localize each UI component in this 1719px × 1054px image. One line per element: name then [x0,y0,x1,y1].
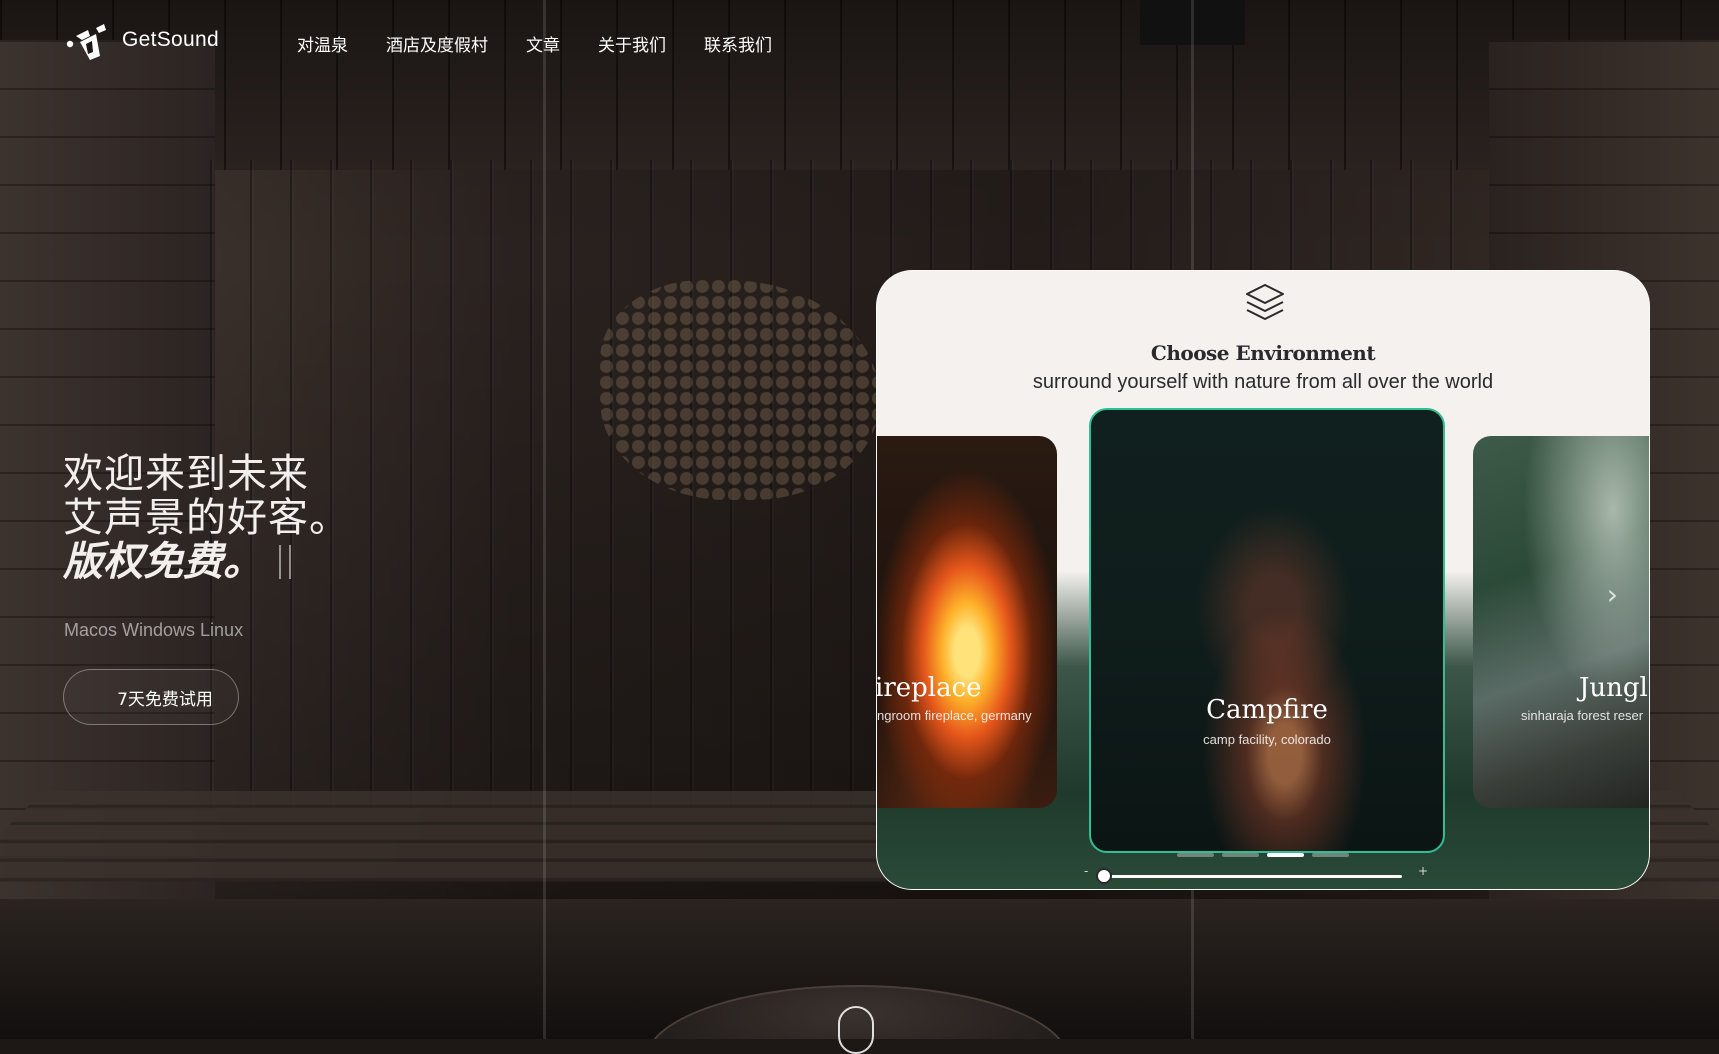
layers-icon [1243,281,1287,329]
environment-card-fireplace[interactable]: ireplace ngroom fireplace, germany [876,436,1057,808]
brand-name: GetSound [122,28,219,51]
supported-platforms: Macos Windows Linux [64,620,244,640]
getsound-logo-icon [66,22,108,62]
carousel-dot[interactable] [1312,853,1349,857]
environment-card-campfire[interactable]: Campfire camp facility, colorado [1089,408,1445,853]
scroll-down-icon[interactable] [838,1006,874,1054]
environment-name: Jungl [1579,673,1648,703]
volume-plus-icon: + [1417,864,1428,878]
volume-slider[interactable]: - + [1084,864,1428,886]
chevron-right-icon[interactable]: › [1607,578,1618,611]
hero-line-3: 版权免费。 [63,540,350,584]
environment-location: sinharaja forest reser [1521,708,1644,723]
main-menu: 对温泉 酒店及度假村 文章 关于我们 联系我们 [297,31,772,56]
environment-card-jungle[interactable]: Jungl sinharaja forest reser › [1473,436,1649,808]
nav-item-articles[interactable]: 文章 [526,31,560,56]
carousel-dot[interactable] [1177,853,1214,857]
environment-location: camp facility, colorado [1203,732,1331,747]
environment-name: ireplace [876,673,982,703]
nav-item-about-us[interactable]: 关于我们 [598,31,666,56]
hero-line-1: 欢迎来到未来 [63,451,309,497]
hero-heading: 欢迎来到未来 艾声景的好客。 版权免费。 [63,452,350,584]
environment-name: Campfire [1206,695,1328,725]
carousel-dot-active[interactable] [1267,853,1304,857]
typing-cursor-icon [279,545,291,579]
free-trial-button[interactable]: 7天免费试用 [63,669,239,725]
glass-edge [543,0,546,1039]
carousel-dot[interactable] [1222,853,1259,857]
nav-item-hotels-resorts[interactable]: 酒店及度假村 [386,31,488,56]
nav-item-hot-springs[interactable]: 对温泉 [297,31,348,56]
top-nav: GetSound 对温泉 酒店及度假村 文章 关于我们 联系我们 [0,0,1719,90]
app-preview-card: Choose Environment surround yourself wit… [876,270,1650,890]
hero-line-2: 艾声景的好客。 [63,495,350,541]
volume-track[interactable] [1102,875,1402,878]
nav-item-contact-us[interactable]: 联系我们 [704,31,772,56]
carousel-pagination [1177,853,1349,857]
card-title: Choose Environment [1150,341,1376,365]
volume-minus-icon: - [1084,864,1089,878]
card-subtitle: surround yourself with nature from all o… [1032,371,1494,393]
brand-logo[interactable]: GetSound [66,22,219,62]
hero-line-3-text: 版权免费。 [63,539,263,585]
environment-location: ngroom fireplace, germany [877,708,1032,723]
volume-knob[interactable] [1096,868,1112,884]
